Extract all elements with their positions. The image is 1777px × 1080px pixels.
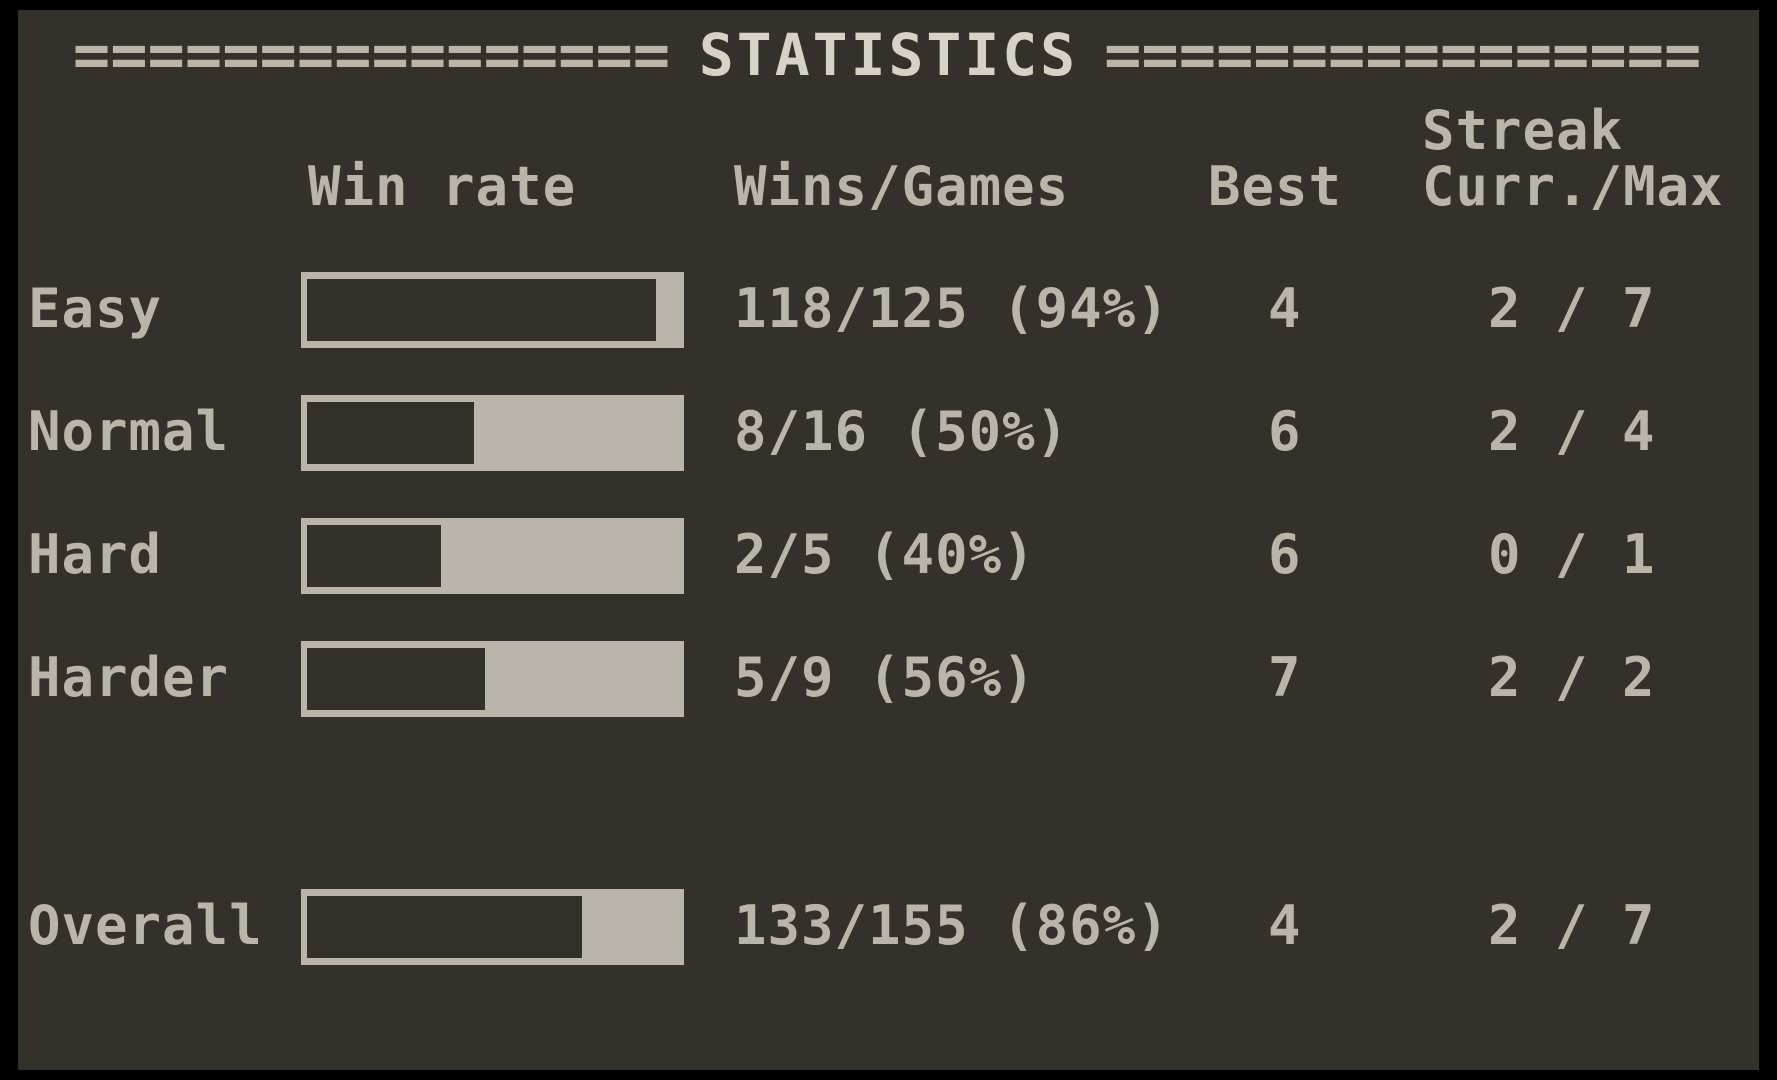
best-value: 4: [1268, 894, 1302, 957]
win-rate-bar-fill: [307, 525, 441, 587]
column-header-streak: Streak: [1422, 99, 1624, 162]
column-header-win-rate: Win rate: [308, 155, 577, 218]
wins-games-value: 133/155 (86%): [734, 894, 1170, 957]
statistics-header: ================ STATISTICS ============…: [18, 24, 1759, 86]
win-rate-bar: [301, 889, 684, 965]
win-rate-bar-fill: [307, 402, 474, 464]
column-header-best: Best: [1208, 155, 1343, 218]
wins-games-value: 2/5 (40%): [734, 523, 1036, 586]
table-row: Overall 133/155 (86%) 4 2 / 7: [18, 875, 1759, 998]
win-rate-bar: [301, 272, 684, 348]
best-value: 6: [1268, 400, 1302, 463]
win-rate-bar-fill: [307, 648, 486, 710]
header-rule-right: ===================: [1104, 24, 1704, 86]
table-row: Normal 8/16 (50%) 6 2 / 4: [18, 381, 1759, 504]
wins-games-value: 5/9 (56%): [734, 646, 1036, 709]
streak-value: 0 / 1: [1488, 523, 1656, 586]
win-rate-bar-fill: [307, 896, 582, 958]
table-row: Harder 5/9 (56%) 7 2 / 2: [18, 627, 1759, 750]
best-value: 7: [1268, 646, 1302, 709]
difficulty-label: Harder: [28, 646, 230, 709]
statistics-table-body: Easy 118/125 (94%) 4 2 / 7 Normal 8/16 (50%) 6…: [18, 258, 1759, 998]
table-row: Hard 2/5 (40%) 6 0 / 1: [18, 504, 1759, 627]
streak-value: 2 / 4: [1488, 400, 1656, 463]
column-header-wins-games: Wins/Games: [734, 155, 1070, 218]
difficulty-label: Overall: [28, 894, 263, 957]
difficulty-label: Easy: [28, 277, 163, 340]
table-row: Easy 118/125 (94%) 4 2 / 7: [18, 258, 1759, 381]
streak-value: 2 / 7: [1488, 277, 1656, 340]
page-title: STATISTICS: [698, 21, 1079, 89]
statistics-panel: ================ STATISTICS ============…: [18, 10, 1759, 1070]
best-value: 6: [1268, 523, 1302, 586]
column-header-curr-max: Curr./Max: [1422, 155, 1724, 218]
win-rate-bar-fill: [307, 279, 656, 341]
win-rate-bar: [301, 518, 684, 594]
win-rate-bar: [301, 395, 684, 471]
difficulty-label: Normal: [28, 400, 230, 463]
difficulty-label: Hard: [28, 523, 163, 586]
streak-value: 2 / 2: [1488, 646, 1656, 709]
best-value: 4: [1268, 277, 1302, 340]
wins-games-value: 118/125 (94%): [734, 277, 1170, 340]
terminal-screen: ================ STATISTICS ============…: [0, 0, 1777, 1080]
header-rule-left: ================: [72, 24, 671, 86]
streak-value: 2 / 7: [1488, 894, 1656, 957]
wins-games-value: 8/16 (50%): [734, 400, 1070, 463]
win-rate-bar: [301, 641, 684, 717]
